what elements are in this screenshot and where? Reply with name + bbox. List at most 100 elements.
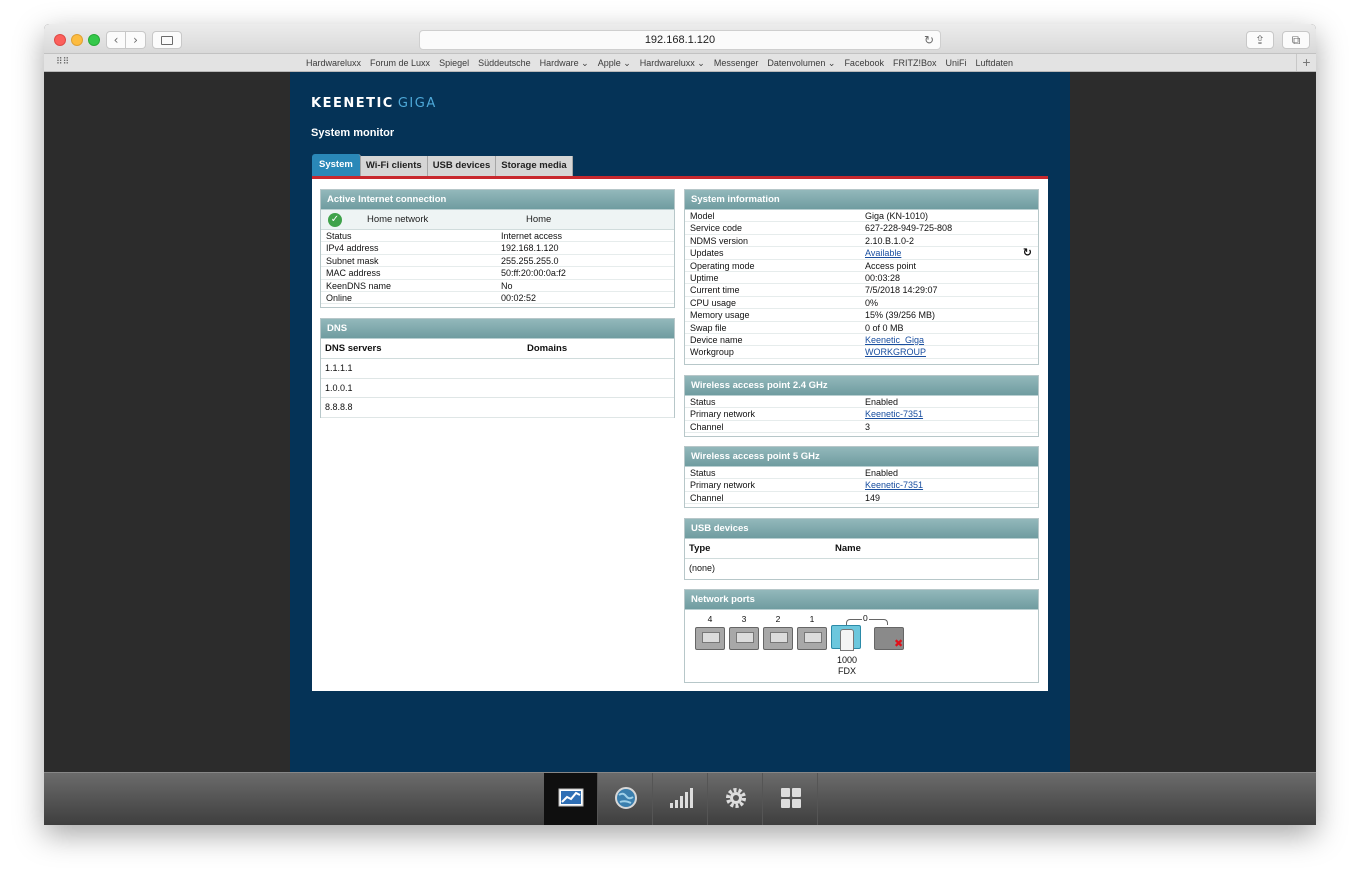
browser-window: ‹ › 192.168.1.120 ↻ ⇪ ⧉ ⠿⠿ Hardwareluxx F… (44, 24, 1316, 825)
connection-detail-row: MAC address 50:ff:20:00:0a:f2 (321, 267, 674, 280)
usb-devices-box: USB devices Type Name (none) (684, 518, 1039, 580)
system-info-row: Workgroup WORKGROUP (685, 346, 1038, 359)
nav-wifi[interactable] (654, 773, 708, 825)
dns-domains-header: Domains (527, 343, 568, 354)
ethernet-port-0-connected-icon[interactable] (831, 625, 861, 651)
system-info-label: Updates (690, 248, 724, 259)
wap-5ghz-details: Status Enabled Primary network Keenetic-735… (685, 467, 1038, 505)
nav-monitor[interactable] (544, 773, 598, 825)
system-info-row: Model Giga (KN-1010) (685, 210, 1038, 223)
tabs-overview-button[interactable]: ⧉ (1282, 31, 1310, 49)
wap-24ghz-row: Primary network Keenetic-7351 (685, 408, 1038, 421)
ports-diagram: 4 3 2 1 0 ✖ 1000 FDX (685, 610, 1038, 685)
favorite-link[interactable]: FRITZ!Box (893, 58, 937, 68)
connection-detail-row: Subnet mask 255.255.255.0 (321, 255, 674, 268)
system-info-label: Operating mode (690, 260, 755, 271)
wap-24ghz-label: Primary network (690, 409, 756, 420)
favorite-link[interactable]: Messenger (714, 58, 759, 68)
connection-detail-row: Online 00:02:52 (321, 292, 674, 305)
system-info-value: 0% (865, 297, 879, 308)
favorite-link[interactable]: Facebook (844, 58, 884, 68)
favorite-link[interactable]: UniFi (945, 58, 966, 68)
system-info-row: Swap file 0 of 0 MB (685, 322, 1038, 334)
gear-icon (725, 788, 746, 808)
favorites-grid-icon[interactable]: ⠿⠿ (56, 57, 69, 67)
wap-5ghz-row: Primary network Keenetic-7351 (685, 479, 1038, 492)
window-maximize-button[interactable] (88, 34, 100, 46)
address-bar[interactable]: 192.168.1.120 ↻ (419, 30, 941, 50)
system-info-value: 7/5/2018 14:29:07 (865, 285, 938, 296)
keenetic-logo: KEENETIC GIGA (311, 96, 437, 111)
favorite-link[interactable]: Hardware ⌄ (540, 58, 589, 68)
favorite-link[interactable]: Hardwareluxx (306, 58, 361, 68)
system-info-row: Service code 627-228-949-725-808 (685, 222, 1038, 235)
connection-detail-value: 192.168.1.120 (501, 243, 559, 254)
dns-table-header: DNS servers Domains (321, 339, 674, 359)
favorite-link[interactable]: Spiegel (439, 58, 469, 68)
network-name: Home network (367, 214, 429, 225)
nav-apps[interactable] (764, 773, 818, 825)
tab-system[interactable]: System (312, 154, 361, 176)
wan-port-label: 0 (862, 613, 869, 623)
system-info-value: 0 of 0 MB (865, 322, 904, 333)
wap-5ghz-value: 149 (865, 492, 881, 503)
ethernet-port-1-icon[interactable] (797, 627, 827, 650)
tabs-icon: ⧉ (1291, 33, 1301, 47)
tab-usb-devices[interactable]: USB devices (427, 156, 497, 176)
system-info-value[interactable]: Keenetic_Giga (865, 334, 924, 346)
share-button[interactable]: ⇪ (1246, 31, 1274, 49)
wap-5ghz-value[interactable]: Keenetic-7351 (865, 479, 923, 491)
system-info-value[interactable]: WORKGROUP (865, 346, 926, 358)
back-button[interactable]: ‹ (106, 31, 126, 49)
wap-24ghz-value: 3 (865, 421, 871, 432)
favorite-link[interactable]: Datenvolumen ⌄ (767, 58, 835, 68)
favorite-link[interactable]: Forum de Luxx (370, 58, 430, 68)
system-info-value: 2.10.B.1.0-2 (865, 235, 915, 246)
usb-devices-title: USB devices (685, 519, 1038, 539)
system-info-details: Model Giga (KN-1010) Service code 627-228-9… (685, 210, 1038, 359)
refresh-icon[interactable]: ↻ (1023, 246, 1032, 259)
window-minimize-button[interactable] (71, 34, 83, 46)
wap-24ghz-value[interactable]: Keenetic-7351 (865, 408, 923, 420)
system-info-label: Workgroup (690, 347, 734, 358)
ethernet-port-4-icon[interactable] (695, 627, 725, 650)
sidebar-toggle-button[interactable] (152, 31, 182, 49)
ethernet-port-3-icon[interactable] (729, 627, 759, 650)
signal-bars-icon (669, 788, 693, 808)
port-label-4: 4 (707, 614, 713, 624)
port-label-3: 3 (741, 614, 747, 624)
browser-titlebar: ‹ › 192.168.1.120 ↻ ⇪ ⧉ (44, 24, 1316, 54)
connection-detail-label: Online (326, 292, 353, 303)
favorite-link[interactable]: Apple ⌄ (598, 58, 631, 68)
tab-wifi-clients[interactable]: Wi-Fi clients (360, 156, 428, 176)
url-text: 192.168.1.120 (644, 34, 716, 46)
favorite-link[interactable]: Luftdaten (976, 58, 1014, 68)
tab-storage-media[interactable]: Storage media (496, 156, 573, 176)
nav-internet[interactable] (599, 773, 653, 825)
favorite-link[interactable]: Hardwareluxx ⌄ (640, 58, 705, 68)
active-connection-title: Active Internet connection (321, 190, 674, 210)
wap-5ghz-value: Enabled (865, 468, 899, 478)
favorites-list: Hardwareluxx Forum de Luxx Spiegel Süddeuts… (306, 58, 1022, 69)
favorite-link[interactable]: Süddeutsche (478, 58, 531, 68)
wap-24ghz-title: Wireless access point 2.4 GHz (685, 376, 1038, 396)
sfp-port-disconnected-icon[interactable]: ✖ (874, 627, 904, 650)
usb-empty-row: (none) (689, 563, 716, 573)
network-ports-box: Network ports 4 3 2 1 0 ✖ 1000 FDX (684, 589, 1039, 683)
new-tab-plus-icon[interactable]: + (1296, 54, 1316, 71)
apps-grid-icon (780, 788, 801, 808)
monitor-icon (558, 788, 583, 807)
system-info-value: Access point (865, 260, 917, 271)
system-info-value[interactable]: Available (865, 247, 901, 259)
dns-servers-header: DNS servers (325, 343, 382, 354)
nav-settings[interactable] (709, 773, 763, 825)
system-info-value: 15% (39/256 MB) (865, 310, 936, 321)
system-info-label: Uptime (690, 272, 719, 283)
system-info-value: Giga (KN-1010) (865, 211, 929, 221)
forward-button[interactable]: › (126, 31, 146, 49)
reload-icon[interactable]: ↻ (924, 31, 934, 49)
connection-detail-label: IPv4 address (326, 243, 379, 254)
ethernet-port-2-icon[interactable] (763, 627, 793, 650)
window-close-button[interactable] (54, 34, 66, 46)
port-speed-label: 1000 FDX (836, 655, 858, 676)
